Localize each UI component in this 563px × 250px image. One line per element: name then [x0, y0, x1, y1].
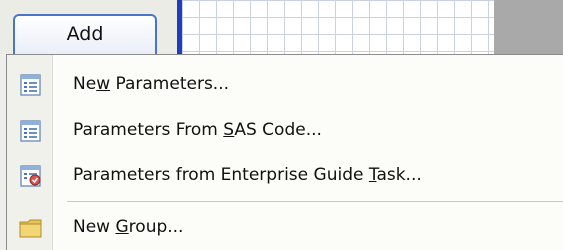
menu-separator [67, 201, 563, 202]
menu-item-label: Parameters From SAS Code... [73, 120, 322, 140]
add-dropdown-menu: New Parameters... Parameters From SAS Co… [6, 54, 563, 250]
parameter-list-icon [19, 120, 43, 142]
folder-icon [19, 217, 43, 239]
menu-item-label: New Group... [73, 217, 184, 237]
menu-item-label: New Parameters... [73, 74, 230, 94]
task-parameters-icon [19, 165, 43, 187]
add-button[interactable]: Add [13, 14, 157, 54]
menu-item-parameters-from-sas-code[interactable]: Parameters From SAS Code... [7, 109, 563, 153]
menu-item-label: Parameters from Enterprise Guide Task... [73, 165, 422, 185]
design-grid[interactable] [182, 0, 494, 58]
menu-item-new-group[interactable]: New Group... [7, 206, 563, 250]
menu-item-parameters-from-eg-task[interactable]: Parameters from Enterprise Guide Task... [7, 154, 563, 198]
add-menu-screen: Add New Parameters... Parameters From SA… [0, 0, 563, 250]
menu-item-new-parameters[interactable]: New Parameters... [7, 63, 563, 107]
parameter-list-icon [19, 74, 43, 96]
grey-panel [494, 0, 563, 58]
